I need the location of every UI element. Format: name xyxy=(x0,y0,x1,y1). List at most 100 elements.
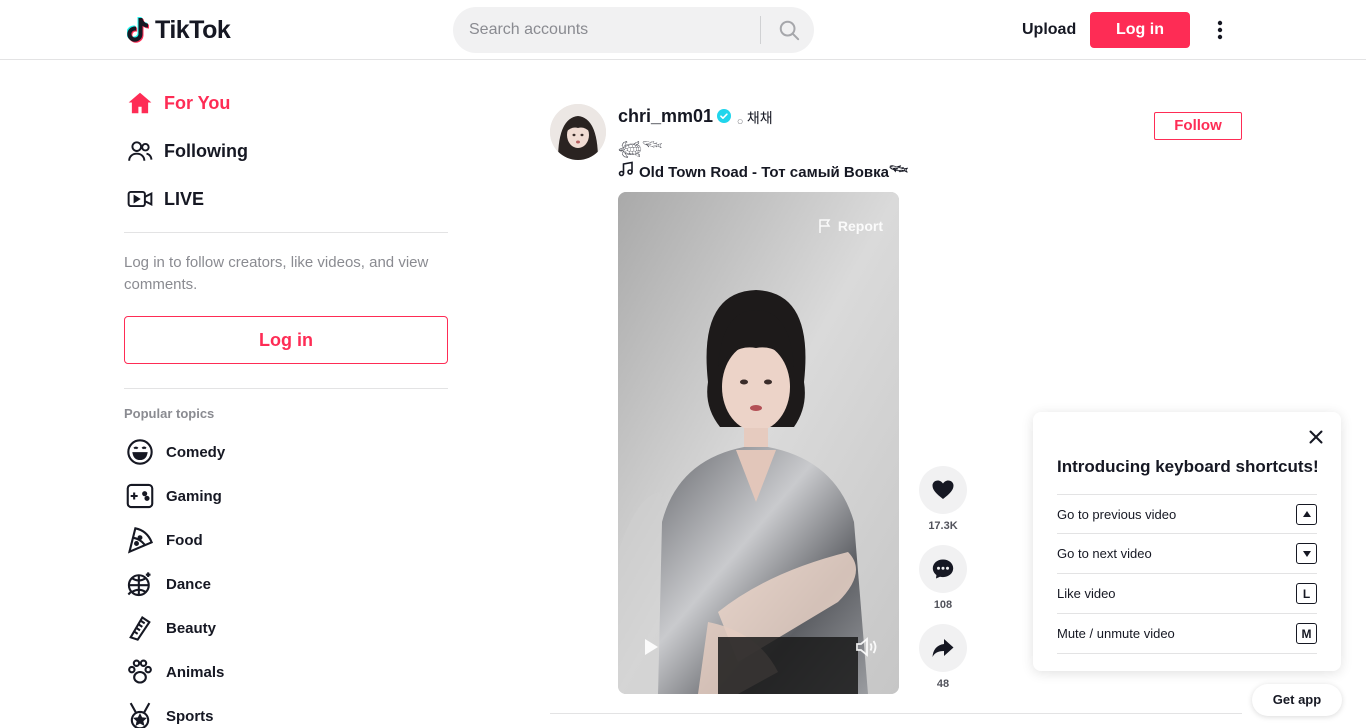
report-button[interactable]: Report xyxy=(817,218,883,234)
post-caption: 𓆉𓆝 xyxy=(618,140,663,157)
volume-button[interactable] xyxy=(855,636,879,658)
m-key: M xyxy=(1296,623,1317,644)
nav-live[interactable]: LIVE xyxy=(124,179,448,219)
volume-icon xyxy=(856,637,877,657)
close-icon xyxy=(1309,430,1323,444)
up-arrow-key-icon xyxy=(1296,503,1317,525)
share-icon xyxy=(932,639,954,657)
get-app-button[interactable]: Get app xyxy=(1252,684,1342,716)
close-shortcuts-button[interactable] xyxy=(1307,428,1325,446)
shortcut-label: Like video xyxy=(1057,586,1116,601)
author-line: chri_mm01 𓂂 채채 xyxy=(618,104,773,128)
shortcut-label: Go to next video xyxy=(1057,546,1152,561)
like-count: 17.3K xyxy=(928,520,958,532)
following-icon xyxy=(124,135,156,167)
topic-animals[interactable]: Animals xyxy=(124,654,224,690)
author-avatar[interactable] xyxy=(550,104,606,160)
topic-gaming[interactable]: Gaming xyxy=(124,478,222,514)
nav-label: Following xyxy=(164,140,248,161)
topic-label: Gaming xyxy=(166,487,222,505)
topic-sports[interactable]: Sports xyxy=(124,698,214,728)
video-player[interactable]: Report xyxy=(618,192,899,694)
down-arrow-key-icon xyxy=(1296,543,1317,564)
beauty-icon xyxy=(124,612,156,644)
topic-label: Food xyxy=(166,531,203,549)
like-button[interactable] xyxy=(919,466,967,514)
header-login-button[interactable]: Log in xyxy=(1090,12,1190,48)
sidebar-divider xyxy=(124,388,448,389)
login-hint-text: Log in to follow creators, like videos, … xyxy=(124,254,429,293)
popular-topics-title: Popular topics xyxy=(124,406,215,421)
shortcut-row: Like video L xyxy=(1057,574,1317,614)
comment-count: 108 xyxy=(933,599,953,611)
search-divider xyxy=(760,16,761,44)
top-header: TikTok Upload Log in xyxy=(0,0,1366,60)
nav-label: For You xyxy=(164,92,231,113)
search-bar xyxy=(453,7,814,53)
tiktok-note-icon xyxy=(127,17,149,43)
sidebar-divider xyxy=(124,232,448,233)
shortcut-row: Go to previous video xyxy=(1057,494,1317,534)
report-label: Report xyxy=(837,218,883,234)
search-icon xyxy=(779,20,800,41)
follow-button[interactable]: Follow xyxy=(1154,112,1242,140)
l-key: L xyxy=(1296,583,1317,604)
nav-label: LIVE xyxy=(164,188,205,209)
keyboard-shortcuts-panel: Introducing keyboard shortcuts! Go to pr… xyxy=(1033,412,1341,671)
topic-label: Dance xyxy=(166,575,212,593)
topic-dance[interactable]: Dance xyxy=(124,566,211,602)
feed-divider xyxy=(550,713,1242,714)
avatar-image xyxy=(550,104,606,160)
play-button[interactable] xyxy=(640,636,662,658)
topic-label: Comedy xyxy=(166,443,226,461)
gaming-icon xyxy=(124,480,156,512)
topic-beauty[interactable]: Beauty xyxy=(124,610,216,646)
shortcut-label: Go to previous video xyxy=(1057,506,1177,522)
search-input[interactable] xyxy=(469,7,754,53)
shortcut-row: Go to next video xyxy=(1057,534,1317,574)
live-icon xyxy=(124,183,156,215)
comment-action: 108 xyxy=(919,545,967,611)
shortcuts-title: Introducing keyboard shortcuts! xyxy=(1057,457,1319,476)
shortcut-row: Mute / unmute video M xyxy=(1057,614,1317,654)
comment-icon xyxy=(932,559,954,579)
music-title: Old Town Road - Тот самый Вовка𓆝 xyxy=(639,163,909,181)
tiktok-logo[interactable]: TikTok xyxy=(127,13,231,47)
food-icon xyxy=(124,524,156,556)
author-nickname: 𓂂 채채 xyxy=(737,110,773,126)
topic-label: Sports xyxy=(166,707,214,725)
share-action: 48 xyxy=(919,624,967,690)
more-vertical-icon xyxy=(1217,20,1223,40)
topic-food[interactable]: Food xyxy=(124,522,203,558)
sidebar: For You Following LIVE Log in to follow … xyxy=(124,60,448,728)
upload-button[interactable]: Upload xyxy=(1010,14,1088,46)
sports-icon xyxy=(124,700,156,728)
shortcut-label: Mute / unmute video xyxy=(1057,626,1175,641)
sidebar-login-button[interactable]: Log in xyxy=(124,316,448,364)
comment-button[interactable] xyxy=(919,545,967,593)
share-count: 48 xyxy=(936,678,950,690)
video-frame-image xyxy=(618,192,899,694)
shortcuts-list: Go to previous video Go to next video Li… xyxy=(1057,494,1317,654)
nav-following[interactable]: Following xyxy=(124,131,448,171)
share-button[interactable] xyxy=(919,624,967,672)
topic-label: Beauty xyxy=(166,619,217,637)
play-icon xyxy=(645,639,658,655)
music-link[interactable]: Old Town Road - Тот самый Вовка𓆝 xyxy=(618,158,909,181)
verified-badge-icon xyxy=(717,109,732,123)
dance-icon xyxy=(124,568,156,600)
comedy-icon xyxy=(124,436,156,468)
topic-label: Animals xyxy=(166,663,225,681)
more-menu-button[interactable] xyxy=(1206,16,1234,44)
music-note-icon xyxy=(618,161,634,177)
heart-icon xyxy=(932,480,954,499)
topic-comedy[interactable]: Comedy xyxy=(124,434,225,470)
home-icon xyxy=(124,87,156,119)
author-username[interactable]: chri_mm01 xyxy=(618,106,713,127)
flag-icon xyxy=(817,218,833,234)
search-button[interactable] xyxy=(764,7,814,53)
animals-icon xyxy=(124,656,156,688)
like-action: 17.3K xyxy=(919,466,967,532)
nav-for-you[interactable]: For You xyxy=(124,83,448,123)
logo-wordmark: TikTok xyxy=(155,15,231,44)
